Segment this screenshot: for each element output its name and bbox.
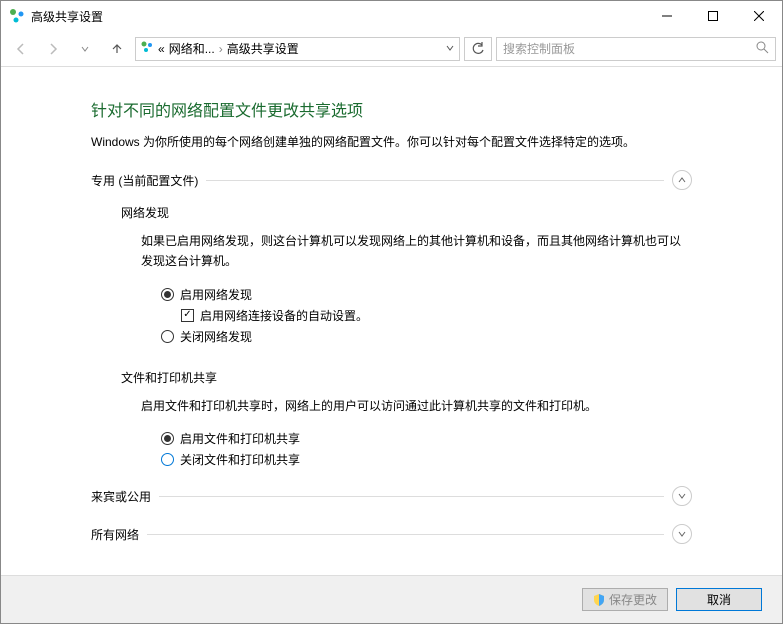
radio-file-printer-off[interactable]: 关闭文件和打印机共享 bbox=[161, 451, 692, 468]
radio-network-discovery-off[interactable]: 关闭网络发现 bbox=[161, 328, 692, 345]
chevron-down-icon[interactable] bbox=[672, 524, 692, 544]
section-title: 专用 (当前配置文件) bbox=[91, 172, 198, 189]
shield-icon bbox=[593, 594, 605, 606]
radio-network-discovery-on[interactable]: 启用网络发现 bbox=[161, 286, 692, 303]
radio-label: 启用文件和打印机共享 bbox=[180, 430, 300, 447]
recent-dropdown[interactable] bbox=[71, 35, 99, 63]
radio-label: 关闭网络发现 bbox=[180, 328, 252, 345]
radio-icon bbox=[161, 453, 174, 466]
refresh-button[interactable] bbox=[464, 37, 492, 61]
page-description: Windows 为你所使用的每个网络创建单独的网络配置文件。你可以针对每个配置文… bbox=[91, 133, 692, 150]
chevron-right-icon: › bbox=[219, 42, 223, 56]
divider bbox=[147, 534, 664, 535]
app-icon bbox=[9, 8, 25, 24]
section-all-networks: 所有网络 bbox=[91, 524, 692, 544]
forward-button[interactable] bbox=[39, 35, 67, 63]
radio-icon bbox=[161, 432, 174, 445]
section-header-private[interactable]: 专用 (当前配置文件) bbox=[91, 170, 692, 190]
location-icon bbox=[140, 40, 154, 57]
save-button[interactable]: 保存更改 bbox=[582, 588, 668, 611]
address-bar[interactable]: « 网络和... › 高级共享设置 bbox=[135, 37, 460, 61]
minimize-button[interactable] bbox=[644, 1, 690, 31]
divider bbox=[159, 496, 664, 497]
maximize-button[interactable] bbox=[690, 1, 736, 31]
cancel-button-label: 取消 bbox=[707, 591, 731, 608]
section-guest: 来宾或公用 bbox=[91, 486, 692, 506]
search-input[interactable] bbox=[503, 42, 756, 56]
checkbox-label: 启用网络连接设备的自动设置。 bbox=[200, 307, 368, 324]
radio-file-printer-on[interactable]: 启用文件和打印机共享 bbox=[161, 430, 692, 447]
chevron-up-icon[interactable] bbox=[672, 170, 692, 190]
back-button[interactable] bbox=[7, 35, 35, 63]
subsection-network-discovery-desc: 如果已启用网络发现，则这台计算机可以发现网络上的其他计算机和设备，而且其他网络计… bbox=[141, 231, 692, 272]
page-title: 针对不同的网络配置文件更改共享选项 bbox=[91, 97, 692, 121]
radio-icon bbox=[161, 288, 174, 301]
save-button-label: 保存更改 bbox=[609, 591, 657, 608]
subsection-file-printer-label: 文件和打印机共享 bbox=[121, 369, 692, 386]
address-dropdown-icon[interactable] bbox=[445, 42, 455, 56]
breadcrumb-item[interactable]: 网络和... bbox=[169, 40, 215, 57]
chevron-down-icon[interactable] bbox=[672, 486, 692, 506]
checkbox-auto-setup[interactable]: 启用网络连接设备的自动设置。 bbox=[181, 307, 692, 324]
checkbox-icon bbox=[181, 309, 194, 322]
content-area: 针对不同的网络配置文件更改共享选项 Windows 为你所使用的每个网络创建单独… bbox=[1, 67, 782, 573]
titlebar: 高级共享设置 bbox=[1, 1, 782, 31]
footer: 保存更改 取消 bbox=[1, 575, 782, 623]
section-title: 所有网络 bbox=[91, 526, 139, 543]
radio-icon bbox=[161, 330, 174, 343]
up-button[interactable] bbox=[103, 35, 131, 63]
window-title: 高级共享设置 bbox=[31, 8, 644, 25]
section-title: 来宾或公用 bbox=[91, 488, 151, 505]
cancel-button[interactable]: 取消 bbox=[676, 588, 762, 611]
radio-label: 关闭文件和打印机共享 bbox=[180, 451, 300, 468]
breadcrumb-item[interactable]: 高级共享设置 bbox=[227, 40, 299, 57]
section-header-guest[interactable]: 来宾或公用 bbox=[91, 486, 692, 506]
close-button[interactable] bbox=[736, 1, 782, 31]
radio-label: 启用网络发现 bbox=[180, 286, 252, 303]
divider bbox=[206, 180, 664, 181]
search-box[interactable] bbox=[496, 37, 776, 61]
section-header-all[interactable]: 所有网络 bbox=[91, 524, 692, 544]
breadcrumb-root[interactable]: « bbox=[158, 42, 165, 56]
search-icon bbox=[756, 41, 769, 57]
section-private: 专用 (当前配置文件) 网络发现 如果已启用网络发现，则这台计算机可以发现网络上… bbox=[91, 170, 692, 468]
toolbar: « 网络和... › 高级共享设置 bbox=[1, 31, 782, 67]
subsection-network-discovery-label: 网络发现 bbox=[121, 204, 692, 221]
subsection-file-printer-desc: 启用文件和打印机共享时，网络上的用户可以访问通过此计算机共享的文件和打印机。 bbox=[141, 396, 692, 416]
